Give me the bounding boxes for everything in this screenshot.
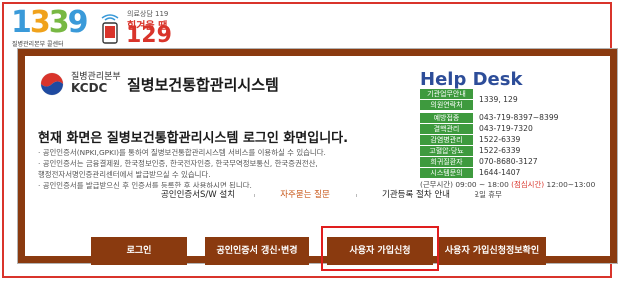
lunch-time: 12:00~13:00	[544, 180, 596, 189]
callcenter-subtitle: 질병관리본부 콜센터	[12, 41, 64, 48]
help-row-label: 감염병관리	[420, 135, 473, 145]
help-row-label: 희귀질환자	[420, 157, 473, 167]
links-bar: 공인인증서S/W 설치 자주묻는 질문 기관등록 절차 안내	[143, 188, 475, 202]
login-button[interactable]: 로그인	[91, 237, 187, 265]
org-registration-guide-link[interactable]: 기관등록 절차 안내	[357, 188, 475, 202]
system-title: 질병보건통합관리시스템	[127, 76, 279, 94]
faq-link[interactable]: 자주묻는 질문	[255, 188, 355, 202]
help-row-label: 의원연락처	[420, 100, 473, 110]
signup-highlight-annotation	[321, 226, 439, 271]
signup-status-check-button[interactable]: 사용자 가입신청정보확인	[438, 237, 546, 265]
lunch-label: (점심시간)	[511, 180, 545, 189]
help-row-value: 043-719-7320	[479, 124, 533, 133]
login-panel: 질병관리본부 KCDC 질병보건통합관리시스템 현재 화면은 질병보건통합관리시…	[17, 48, 618, 264]
help-row-label: 결핵관리	[420, 124, 473, 134]
help-row-value: 1522-6339	[479, 146, 521, 155]
help-row-value: 043-719-8397~8399	[479, 113, 559, 122]
certificate-notes: · 공인인증서(NPKI,GPKI)를 통하여 질병보건통합관리시스템 서비스를…	[38, 147, 368, 191]
phone-icon	[101, 14, 119, 44]
help-row-value: 1644-1407	[479, 168, 521, 177]
org-name-english: KCDC	[71, 81, 108, 95]
help-row-label: 고혈압·당뇨	[420, 146, 473, 156]
cert-sw-install-link[interactable]: 공인인증서S/W 설치	[143, 188, 253, 202]
help-desk-title: Help Desk	[420, 69, 523, 90]
login-screen-message: 현재 화면은 질병보건통합관리시스템 로그인 화면입니다.	[38, 131, 349, 146]
kcdc-emblem-icon	[40, 72, 64, 96]
login-panel-body: 질병관리본부 KCDC 질병보건통합관리시스템 현재 화면은 질병보건통합관리시…	[25, 56, 610, 256]
help-row-label: 예방접종	[420, 113, 473, 123]
help-row-label: 시스템문의	[420, 168, 473, 178]
help-row-value: 070-8680-3127	[479, 157, 538, 166]
note-line: · 공인인증서(NPKI,GPKI)를 통하여 질병보건통합관리시스템 서비스를…	[38, 148, 326, 157]
note-line: 행정전자서명인증관리센터에서 발급받으실 수 있습니다.	[38, 170, 211, 179]
note-line: · 공인인증서는 금융결제원, 한국정보인증, 한국전자인증, 한국무역정보통신…	[38, 159, 318, 168]
help-row-value: 1339, 129	[479, 95, 518, 104]
help-row-value: 1522-6339	[479, 135, 521, 144]
emergency-number-129: 129	[126, 23, 172, 48]
cert-renew-button[interactable]: 공인인증서 갱신·변경	[205, 237, 309, 265]
help-row-label: 기관업무안내	[420, 89, 473, 99]
callcenter-1339-logo: 1339	[11, 5, 88, 40]
